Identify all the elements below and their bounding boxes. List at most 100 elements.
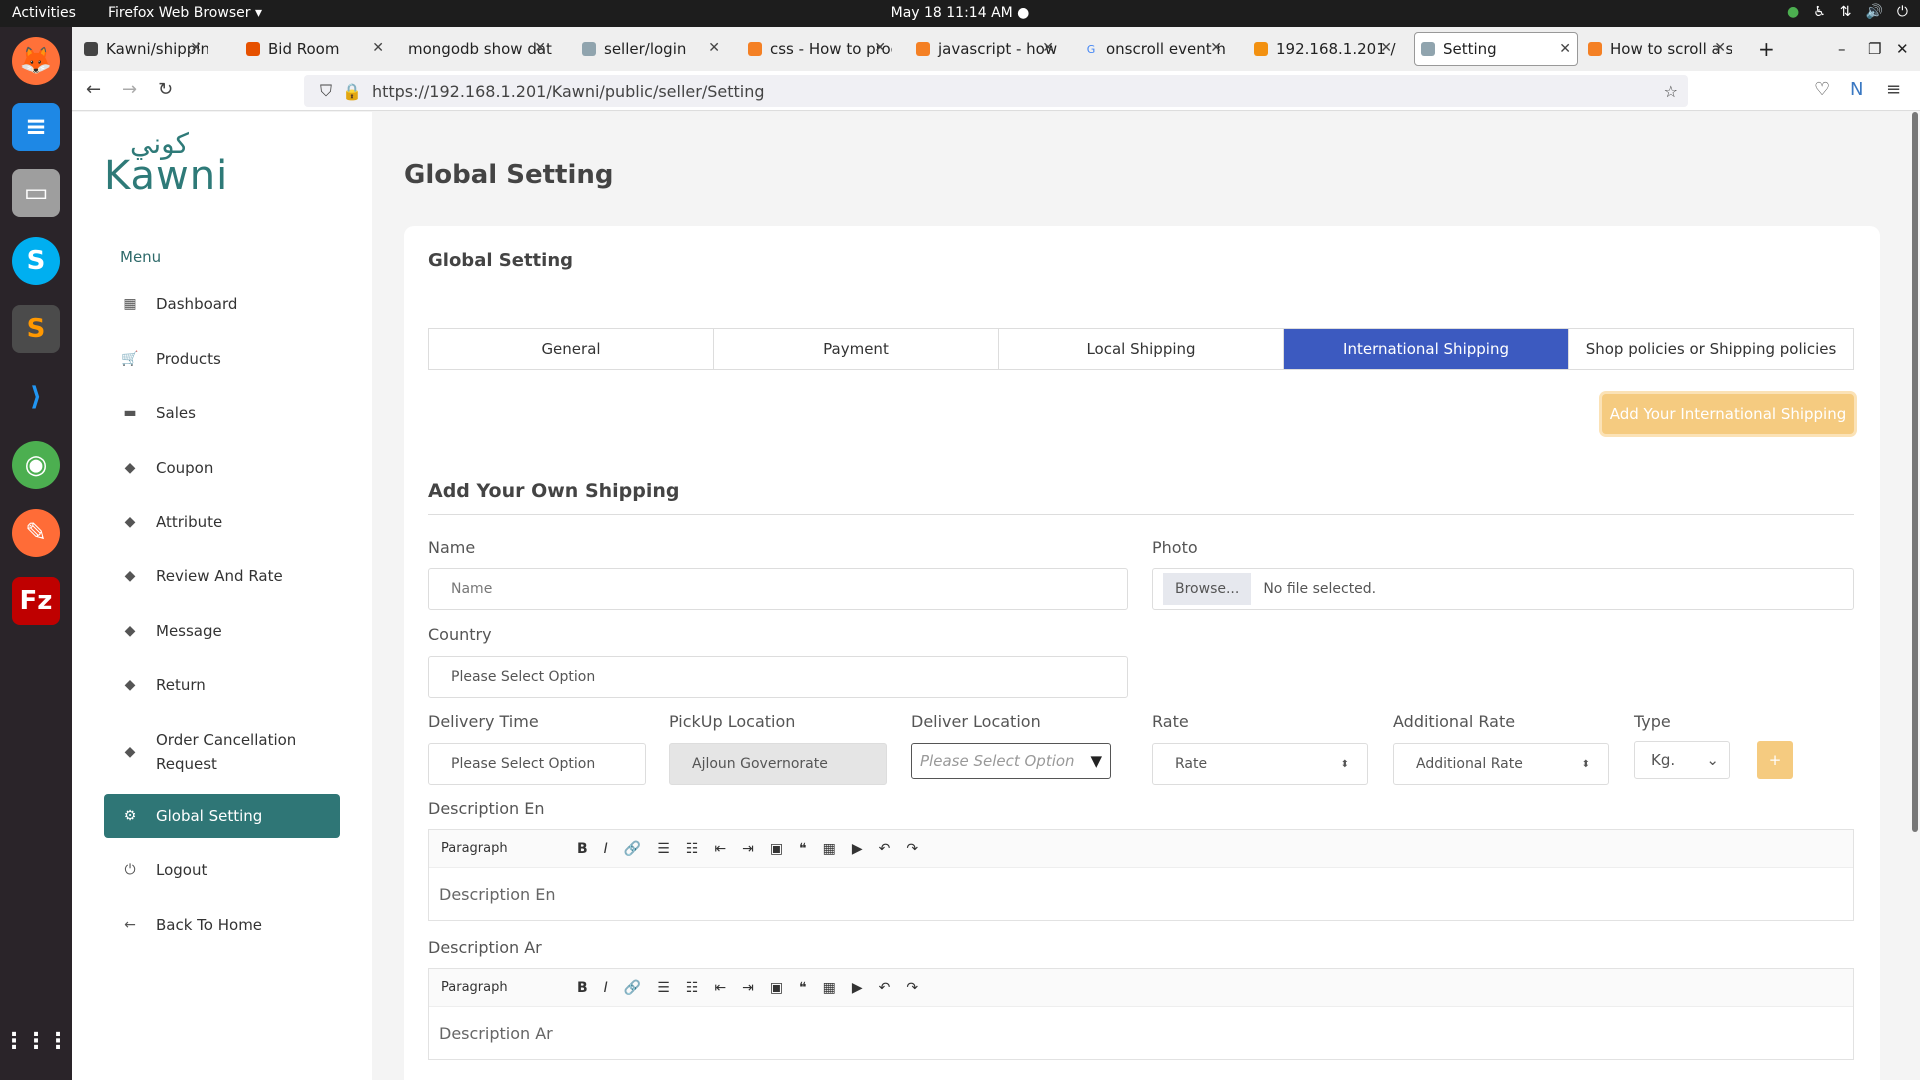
description-ar-editor[interactable]: Paragraph B I 🔗 ☰ ☷ ⇤ ⇥ ▣ ❝ ▦ ▶ ↶ ↷ Desc…: [428, 968, 1854, 1060]
close-icon[interactable]: ✕: [534, 40, 546, 56]
tab-payment[interactable]: Payment: [714, 329, 999, 369]
add-row-button[interactable]: +: [1757, 741, 1793, 779]
country-select[interactable]: Please Select Option: [428, 656, 1128, 698]
tab-local-shipping[interactable]: Local Shipping: [999, 329, 1284, 369]
tab-javascript[interactable]: javascript - how t ✕: [910, 32, 1060, 66]
tab-shop-policies[interactable]: Shop policies or Shipping policies: [1569, 329, 1853, 369]
tab-setting[interactable]: Setting ✕: [1414, 32, 1578, 66]
back-icon[interactable]: ←: [86, 79, 101, 100]
network-icon[interactable]: ⇅: [1840, 4, 1852, 20]
sidebar-item-logout[interactable]: ⏻ Logout: [104, 848, 340, 892]
close-icon[interactable]: ✕: [1380, 40, 1392, 56]
new-tab-button[interactable]: +: [1752, 32, 1782, 66]
numbered-list-icon[interactable]: ☷: [686, 980, 699, 996]
editor-body[interactable]: Description Ar: [429, 1007, 1853, 1059]
filezilla-icon[interactable]: Fz: [12, 577, 60, 625]
url-text[interactable]: https://192.168.1.201/Kawni/public/selle…: [372, 82, 765, 101]
paragraph-select[interactable]: Paragraph: [441, 841, 561, 856]
description-en-editor[interactable]: Paragraph B I 🔗 ☰ ☷ ⇤ ⇥ ▣ ❝ ▦ ▶ ↶ ↷ Desc…: [428, 829, 1854, 921]
undo-icon[interactable]: ↶: [879, 841, 891, 857]
close-icon[interactable]: ✕: [1559, 41, 1571, 57]
clock[interactable]: May 18 11:14 AM ●: [0, 5, 1920, 21]
sidebar-item-coupon[interactable]: ◆ Coupon: [104, 446, 340, 490]
italic-icon[interactable]: I: [604, 841, 608, 857]
browse-button[interactable]: Browse...: [1163, 573, 1252, 605]
volume-icon[interactable]: 🔊: [1865, 4, 1882, 20]
sidebar-item-back-home[interactable]: ← Back To Home: [104, 903, 340, 947]
undo-icon[interactable]: ↶: [879, 980, 891, 996]
window-close-icon[interactable]: ✕: [1890, 32, 1914, 66]
minimize-icon[interactable]: –: [1832, 32, 1856, 66]
media-icon[interactable]: ▶: [852, 841, 863, 857]
vscode-icon[interactable]: ⟩: [12, 373, 60, 421]
skype-icon[interactable]: S: [12, 237, 60, 285]
sidebar-item-order-cancellation[interactable]: ◆ Order Cancellation Request: [104, 724, 340, 780]
apps-grid-icon[interactable]: ⋮⋮⋮: [3, 1017, 69, 1065]
tab-onscroll[interactable]: Gonscroll event n ✕: [1078, 32, 1228, 66]
close-icon[interactable]: ✕: [1210, 40, 1222, 56]
redo-icon[interactable]: ↷: [906, 980, 918, 996]
bookmark-star-icon[interactable]: ☆: [1664, 82, 1678, 101]
files-icon[interactable]: ▭: [12, 169, 60, 217]
forward-icon[interactable]: →: [122, 79, 137, 100]
paragraph-select[interactable]: Paragraph: [441, 980, 561, 995]
sidebar-item-products[interactable]: 🛒 Products: [104, 337, 340, 381]
link-icon[interactable]: 🔗: [624, 841, 641, 857]
add-international-shipping-button[interactable]: Add Your International Shipping: [1602, 394, 1854, 434]
tab-international-shipping[interactable]: International Shipping: [1284, 329, 1569, 369]
stepper-icon[interactable]: ⬍: [1582, 759, 1590, 770]
firefox-icon[interactable]: 🦊: [12, 37, 60, 85]
tab-phpmyadmin[interactable]: 192.168.1.201 / l ✕: [1248, 32, 1398, 66]
table-icon[interactable]: ▦: [823, 980, 836, 996]
close-icon[interactable]: ✕: [1714, 40, 1726, 56]
bold-icon[interactable]: B: [577, 980, 588, 996]
kawni-logo[interactable]: كوني Kawni: [104, 130, 228, 197]
close-icon[interactable]: ✕: [874, 40, 886, 56]
page-scrollbar[interactable]: [1912, 112, 1918, 832]
bullet-list-icon[interactable]: ☰: [657, 980, 670, 996]
maximize-icon[interactable]: ❐: [1862, 32, 1886, 66]
postman-icon[interactable]: ✎: [12, 509, 60, 557]
lock-icon[interactable]: 🔒: [342, 82, 362, 101]
sidebar-item-sales[interactable]: ▬ Sales: [104, 391, 340, 435]
hamburger-menu-icon[interactable]: ≡: [1886, 79, 1901, 100]
close-icon[interactable]: ✕: [1042, 40, 1054, 56]
tab-css[interactable]: css - How to proc ✕: [742, 32, 892, 66]
sidebar-item-attribute[interactable]: ◆ Attribute: [104, 500, 340, 544]
extension-icon[interactable]: N: [1850, 79, 1863, 100]
table-icon[interactable]: ▦: [823, 841, 836, 857]
stepper-icon[interactable]: ⬍: [1341, 759, 1349, 770]
power-icon[interactable]: ⏻: [1897, 4, 1908, 20]
pickup-location-field[interactable]: Ajloun Governorate: [669, 743, 887, 785]
sublime-icon[interactable]: S: [12, 305, 60, 353]
update-icon[interactable]: ●: [1787, 4, 1799, 20]
chrome-icon[interactable]: ◉: [12, 441, 60, 489]
sidebar-item-return[interactable]: ◆ Return: [104, 663, 340, 707]
shield-icon[interactable]: ⛉: [320, 81, 332, 101]
sidebar-item-review[interactable]: ◆ Review And Rate: [104, 554, 340, 598]
tab-mongodb[interactable]: mongodb show dat ✕: [402, 32, 552, 66]
deliver-location-select[interactable]: Please Select Option ▼: [911, 743, 1111, 779]
sidebar-item-global-setting[interactable]: ⚙ Global Setting: [104, 794, 340, 838]
quote-icon[interactable]: ❝: [799, 980, 807, 996]
rate-input[interactable]: Rate ⬍: [1152, 743, 1368, 785]
bullet-list-icon[interactable]: ☰: [657, 841, 670, 857]
quote-icon[interactable]: ❝: [799, 841, 807, 857]
pocket-icon[interactable]: ♡: [1814, 79, 1830, 100]
reload-icon[interactable]: ↻: [158, 79, 173, 100]
type-select[interactable]: Kg. ⌄: [1634, 741, 1730, 779]
sidebar-item-dashboard[interactable]: ▦ Dashboard: [104, 282, 340, 326]
tab-kawni[interactable]: Kawni/shipping-✕: [78, 32, 208, 66]
close-icon[interactable]: ✕: [190, 40, 202, 56]
redo-icon[interactable]: ↷: [906, 841, 918, 857]
close-icon[interactable]: ✕: [708, 40, 720, 56]
link-icon[interactable]: 🔗: [624, 980, 641, 996]
image-icon[interactable]: ▣: [770, 980, 783, 996]
sidebar-item-message[interactable]: ◆ Message: [104, 609, 340, 653]
additional-rate-input[interactable]: Additional Rate ⬍: [1393, 743, 1609, 785]
tab-seller-login[interactable]: seller/login ✕: [576, 32, 726, 66]
system-tray[interactable]: ● ♿ ⇅ 🔊 ⏻: [1787, 4, 1908, 20]
delivery-time-select[interactable]: Please Select Option: [428, 743, 646, 785]
outdent-icon[interactable]: ⇤: [714, 980, 726, 996]
accessibility-icon[interactable]: ♿: [1813, 4, 1826, 20]
